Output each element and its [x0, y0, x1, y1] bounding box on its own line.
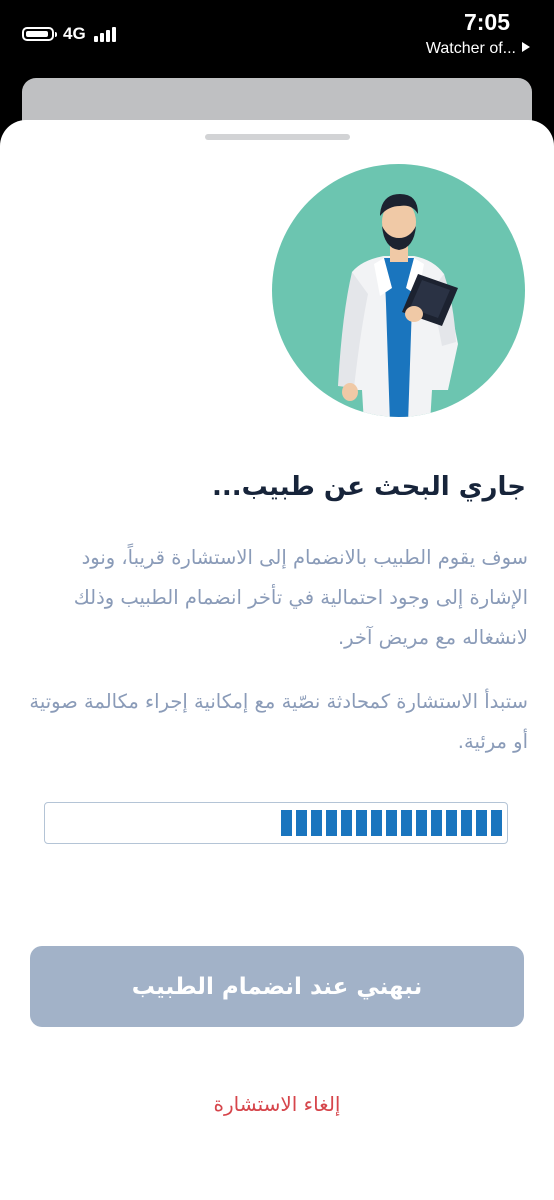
progress-segment: [476, 810, 487, 836]
progress-segment: [296, 810, 307, 836]
play-icon: [522, 42, 530, 52]
bottom-sheet: جاري البحث عن طبيب... سوف يقوم الطبيب با…: [0, 120, 554, 1200]
progress-segment: [461, 810, 472, 836]
progress-segment: [416, 810, 427, 836]
progress-segment: [431, 810, 442, 836]
progress-segment: [281, 810, 292, 836]
progress-segment: [311, 810, 322, 836]
progress-segment: [386, 810, 397, 836]
battery-icon: [22, 27, 57, 41]
cancel-consultation-link[interactable]: إلغاء الاستشارة: [0, 1092, 554, 1116]
progress-segment: [341, 810, 352, 836]
doctor-illustration: [272, 164, 525, 417]
status-bar: 4G 7:05 Watcher of...: [0, 0, 554, 80]
progress-segment: [446, 810, 457, 836]
now-playing-label: Watcher of...: [425, 40, 516, 57]
progress-segment: [356, 810, 367, 836]
page-title: جاري البحث عن طبيب...: [211, 472, 526, 502]
progress-segment: [491, 810, 502, 836]
sheet-drag-handle[interactable]: [205, 134, 350, 140]
now-playing-indicator[interactable]: Watcher of...: [426, 40, 530, 58]
progress-fill: [281, 810, 502, 836]
consultation-type-paragraph: ستبدأ الاستشارة كمحادثة نصّية مع إمكانية…: [29, 690, 528, 753]
progress-segment: [326, 810, 337, 836]
signal-bars-icon: [94, 26, 122, 42]
status-time: 7:05: [463, 9, 510, 35]
progress-segment: [371, 810, 382, 836]
progress-segment: [401, 810, 412, 836]
notify-when-doctor-joins-button[interactable]: نبهني عند انضمام الطبيب: [30, 946, 524, 1027]
network-type: 4G: [63, 24, 86, 43]
search-progress-bar: [44, 802, 508, 844]
info-paragraph: سوف يقوم الطبيب بالانضمام إلى الاستشارة …: [73, 546, 528, 649]
